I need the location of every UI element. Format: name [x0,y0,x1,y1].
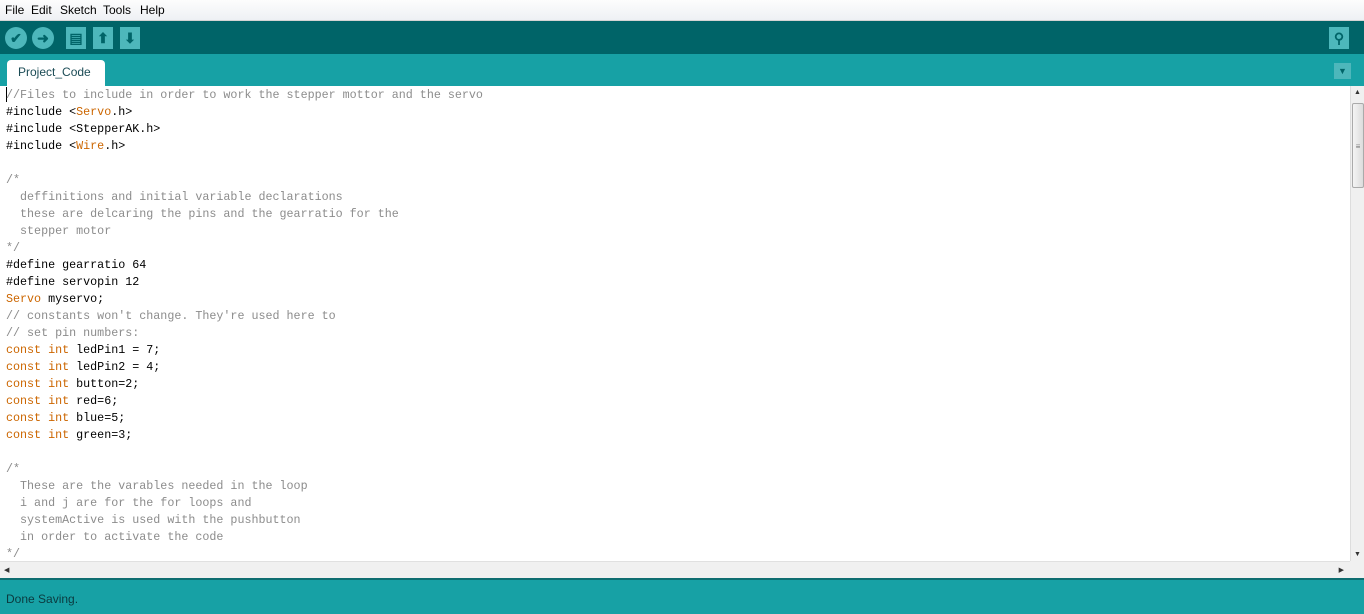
code-token: ledPin2 = 4; [69,360,161,374]
code-token: ledPin1 = 7; [69,343,161,357]
new-button[interactable]: ▤ [66,27,86,49]
code-line: const int blue=5; [6,410,125,427]
scroll-thumb[interactable]: ≡ [1352,103,1364,188]
code-line: deffinitions and initial variable declar… [6,189,343,206]
code-token: const int [6,411,70,425]
code-token: #include < [6,105,77,119]
scroll-left-icon[interactable]: ◀ [4,566,9,574]
save-button[interactable]: ⬇ [120,27,140,49]
code-token: systemActive is used with the pushbutton [6,513,301,527]
status-bar: Done Saving. [0,578,1364,614]
code-line: i and j are for the for loops and [6,495,251,512]
code-token: const int [6,360,70,374]
code-line: const int button=2; [6,376,139,393]
code-token: const int [6,343,70,357]
triangle-down-icon: ▼ [1338,66,1347,76]
menu-help[interactable]: Help [140,3,165,17]
code-line: #include <Wire.h> [6,138,125,155]
arrow-down-icon: ⬇ [124,29,136,46]
code-line: stepper motor [6,223,111,240]
code-line: #include <StepperAK.h> [6,121,160,138]
magnifier-icon: ⚲ [1333,29,1345,46]
code-line: #define gearratio 64 [6,257,146,274]
code-line: const int ledPin2 = 4; [6,359,160,376]
menu-file[interactable]: File [5,3,24,17]
code-token: Servo [6,292,42,306]
code-token: // constants won't change. They're used … [6,309,336,323]
verify-button[interactable]: ✔ [5,27,27,49]
code-line: */ [6,240,20,257]
code-line: */ [6,546,20,561]
code-token: #include <StepperAK.h> [6,122,161,136]
serial-monitor-button[interactable]: ⚲ [1329,27,1349,49]
code-token: const int [6,377,70,391]
code-token: #include < [6,139,77,153]
arrow-up-icon: ⬆ [97,29,109,46]
code-line: #define servopin 12 [6,274,139,291]
code-line: // constants won't change. They're used … [6,308,336,325]
code-token: */ [6,241,21,255]
horizontal-scrollbar[interactable]: ◀ ▶ [0,561,1350,578]
code-token: #define servopin 12 [6,275,140,289]
code-token: myservo; [41,292,105,306]
code-token: These are the varables needed in the loo… [6,479,308,493]
code-line: These are the varables needed in the loo… [6,478,308,495]
code-line: in order to activate the code [6,529,223,546]
code-token: #define gearratio 64 [6,258,147,272]
scroll-down-icon[interactable]: ▼ [1354,551,1361,558]
code-token: blue=5; [69,411,126,425]
menu-bar: File Edit Sketch Tools Help [0,0,1364,21]
code-token: these are delcaring the pins and the gea… [6,207,399,221]
vertical-scrollbar[interactable]: ▲ ≡ ▼ [1350,86,1364,561]
code-token: stepper motor [6,224,112,238]
upload-button[interactable]: ➜ [32,27,54,49]
arrow-right-icon: ➜ [37,29,49,46]
menu-edit[interactable]: Edit [31,3,52,17]
tab-menu-button[interactable]: ▼ [1334,63,1351,79]
checkmark-icon: ✔ [10,29,22,46]
toolbar: ✔ ➜ ▤ ⬆ ⬇ ⚲ [0,21,1364,54]
code-token: deffinitions and initial variable declar… [6,190,343,204]
code-token: in order to activate the code [6,530,224,544]
code-line: //Files to include in order to work the … [6,87,483,104]
scroll-up-icon[interactable]: ▲ [1354,89,1361,96]
menu-tools[interactable]: Tools [103,3,131,17]
code-token: //Files to include in order to work the … [6,88,483,102]
tab-bar: Project_Code ▼ [0,54,1364,86]
status-message: Done Saving. [6,592,79,606]
code-token: button=2; [69,377,140,391]
code-token: red=6; [69,394,119,408]
code-token: .h> [111,105,133,119]
code-token: i and j are for the for loops and [6,496,252,510]
code-line: const int red=6; [6,393,118,410]
code-line: /* [6,172,20,189]
code-line: const int green=3; [6,427,132,444]
code-line: Servo myservo; [6,291,104,308]
scroll-right-icon[interactable]: ▶ [1339,566,1344,574]
code-token: const int [6,428,70,442]
code-line: #include <Servo.h> [6,104,132,121]
code-token: .h> [104,139,126,153]
code-token: */ [6,547,21,561]
code-line: const int ledPin1 = 7; [6,342,160,359]
code-token: // set pin numbers: [6,326,140,340]
code-token: const int [6,394,70,408]
menu-sketch[interactable]: Sketch [60,3,97,17]
code-line: these are delcaring the pins and the gea… [6,206,399,223]
code-token: /* [6,173,21,187]
scroll-corner [1350,561,1364,578]
open-button[interactable]: ⬆ [93,27,113,49]
code-token: green=3; [69,428,133,442]
code-editor[interactable]: //Files to include in order to work the … [0,86,1350,561]
code-line: /* [6,461,20,478]
code-line: systemActive is used with the pushbutton [6,512,301,529]
document-icon: ▤ [69,29,83,46]
code-token: Servo [76,105,112,119]
code-token: /* [6,462,21,476]
code-token: Wire [76,139,105,153]
tab-project-code[interactable]: Project_Code [7,60,105,86]
code-line: // set pin numbers: [6,325,139,342]
